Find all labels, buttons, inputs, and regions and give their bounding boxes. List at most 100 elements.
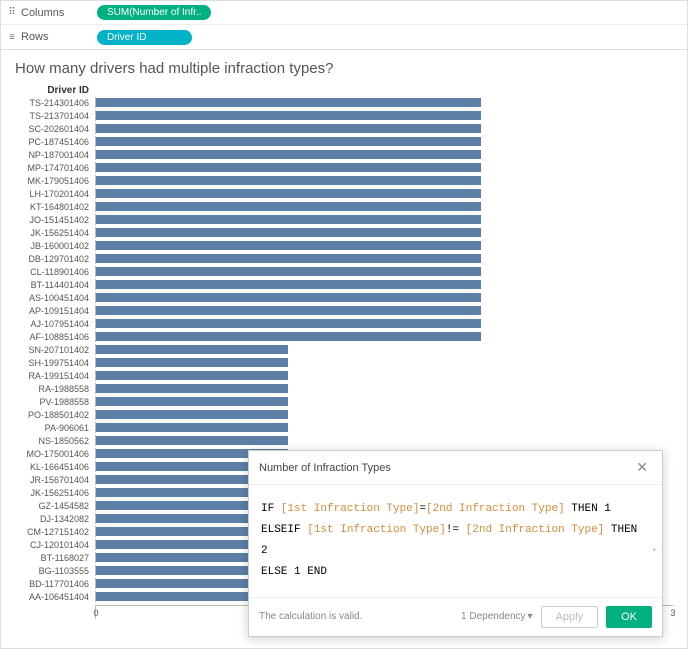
bar[interactable] [96,318,481,329]
table-row: PV-1988558 [15,395,673,408]
ok-button[interactable]: OK [606,606,652,628]
row-label: AA-106451404 [15,592,95,602]
bar[interactable] [96,305,481,316]
dialog-header[interactable]: Number of Infraction Types ✕ [249,451,662,485]
row-label: PC-187451406 [15,137,95,147]
table-row: JK-156251404 [15,226,673,239]
table-row: MK-179051406 [15,174,673,187]
bar-track [95,344,673,355]
table-row: MP-174701406 [15,161,673,174]
x-tick: 0 [93,608,98,618]
table-row: CL-118901406 [15,265,673,278]
row-label: DJ-1342082 [15,514,95,524]
bar[interactable] [96,110,481,121]
bar-track [95,136,673,147]
formula-field: [1st Infraction Type] [307,524,446,536]
bar[interactable] [96,422,288,433]
row-label: MO-175001406 [15,449,95,459]
bar[interactable] [96,175,481,186]
bar[interactable] [96,344,288,355]
table-row: JO-151451402 [15,213,673,226]
calculation-editor-dialog: Number of Infraction Types ✕ IF [1st Inf… [248,450,663,637]
bar[interactable] [96,331,481,342]
bar-track [95,266,673,277]
rows-shelf[interactable]: ≡ Rows Driver ID [1,25,687,49]
rows-pill[interactable]: Driver ID [97,30,192,45]
bar[interactable] [96,97,481,108]
formula-editor[interactable]: IF [1st Infraction Type]=[2nd Infraction… [249,485,662,597]
bar[interactable] [96,227,481,238]
row-label: BG-1103555 [15,566,95,576]
bar-track [95,97,673,108]
row-label: NS-1850562 [15,436,95,446]
row-label: AP-109151404 [15,306,95,316]
formula-text: THEN 1 [565,503,611,515]
bar[interactable] [96,292,481,303]
bar-track [95,318,673,329]
columns-label-text: Columns [21,7,64,19]
visualization-area: How many drivers had multiple infraction… [0,50,688,649]
bar[interactable] [96,396,288,407]
bar[interactable] [96,240,481,251]
bar[interactable] [96,435,288,446]
row-label: PA-906061 [15,423,95,433]
row-label: TS-214301406 [15,98,95,108]
columns-shelf[interactable]: ⠿ Columns SUM(Number of Infr.. [1,1,687,25]
row-label: NP-187001404 [15,150,95,160]
formula-text: ELSE 1 END [261,566,327,578]
bar[interactable] [96,188,481,199]
close-icon[interactable]: ✕ [632,459,652,476]
bar[interactable] [96,370,288,381]
bar-track [95,201,673,212]
bar[interactable] [96,136,481,147]
table-row: PC-187451406 [15,135,673,148]
bar[interactable] [96,201,481,212]
table-row: PA-906061 [15,421,673,434]
row-label: TS-213701404 [15,111,95,121]
row-label: KT-164801402 [15,202,95,212]
row-label: BT-114401404 [15,280,95,290]
rows-icon: ≡ [7,32,17,43]
bar-track [95,175,673,186]
table-row: LH-170201404 [15,187,673,200]
apply-button[interactable]: Apply [541,606,599,628]
row-label: JR-156701404 [15,475,95,485]
row-label: JB-160001402 [15,241,95,251]
bar[interactable] [96,266,481,277]
table-row: SN-207101402 [15,343,673,356]
columns-shelf-label: ⠿ Columns [7,7,87,19]
bar[interactable] [96,214,481,225]
expand-caret-icon[interactable]: ▸ [652,541,658,560]
row-label: MK-179051406 [15,176,95,186]
bar-track [95,149,673,160]
row-label: RA-199151404 [15,371,95,381]
x-tick: 3 [670,608,675,618]
bar[interactable] [96,279,481,290]
columns-pill[interactable]: SUM(Number of Infr.. [97,5,211,20]
bar-track [95,279,673,290]
bar[interactable] [96,149,481,160]
bar-track [95,123,673,134]
rows-shelf-label: ≡ Rows [7,31,87,43]
bar[interactable] [96,409,288,420]
table-row: BT-114401404 [15,278,673,291]
dialog-title: Number of Infraction Types [259,462,391,474]
bar[interactable] [96,383,288,394]
bar-track [95,357,673,368]
formula-field: [1st Infraction Type] [281,503,420,515]
bar-track [95,422,673,433]
bar[interactable] [96,253,481,264]
chevron-down-icon: ▾ [528,611,533,622]
bar[interactable] [96,123,481,134]
bar[interactable] [96,162,481,173]
table-row: AJ-107951404 [15,317,673,330]
row-label: MP-174701406 [15,163,95,173]
bar[interactable] [96,357,288,368]
shelves-panel: ⠿ Columns SUM(Number of Infr.. ≡ Rows Dr… [0,0,688,50]
bar-track [95,227,673,238]
row-label: SC-202601404 [15,124,95,134]
bar-track [95,331,673,342]
bar-track [95,292,673,303]
dependency-dropdown[interactable]: 1 Dependency ▾ [461,611,533,622]
table-row: DB-129701402 [15,252,673,265]
